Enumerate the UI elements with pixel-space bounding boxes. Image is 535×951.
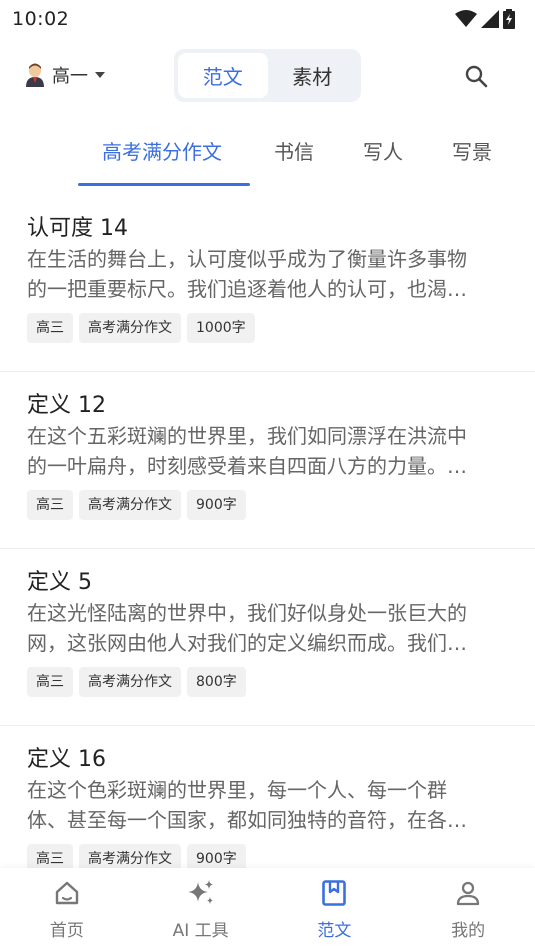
sparkle-icon	[186, 878, 216, 908]
article-tags: 高三 高考满分作文 800字	[27, 667, 246, 697]
tag-category: 高考满分作文	[79, 844, 181, 868]
tab-people[interactable]: 写人	[363, 136, 403, 165]
student-avatar-icon	[26, 63, 44, 87]
excerpt-line: 网，这张网由他人对我们的定义编织而成。我们…	[27, 631, 467, 655]
excerpt-line: 在这光怪陆离的世界中，我们好似身处一张巨大的	[27, 601, 467, 625]
article-excerpt: 在生活的舞台上，认可度似乎成为了衡量许多事物 的一把重要标尺。我们追逐着他人的认…	[27, 244, 499, 304]
tag-grade: 高三	[27, 490, 73, 520]
article-title: 定义 16	[27, 747, 106, 772]
category-tabs: 高考满分作文 书信 写人 写景	[0, 128, 535, 188]
top-bar: 高一 范文 素材	[0, 44, 535, 108]
article-excerpt: 在这光怪陆离的世界中，我们好似身处一张巨大的 网，这张网由他人对我们的定义编织而…	[27, 598, 499, 658]
tag-category: 高考满分作文	[79, 490, 181, 520]
article-card[interactable]: 定义 16 在这个色彩斑斓的世界里，每一个人、每一个群 体、甚至每一个国家，都如…	[0, 727, 535, 868]
article-excerpt: 在这个五彩斑斓的世界里，我们如同漂浮在洪流中 的一叶扁舟，时刻感受着来自四面八方…	[27, 421, 499, 481]
article-tags: 高三 高考满分作文 1000字	[27, 313, 255, 343]
search-icon	[465, 65, 488, 88]
home-icon	[52, 878, 82, 908]
article-title: 定义 12	[27, 393, 106, 418]
status-bar: 10:02	[0, 0, 535, 38]
tag-category: 高考满分作文	[79, 667, 181, 697]
status-icons	[455, 9, 523, 29]
article-title: 认可度 14	[27, 216, 128, 241]
nav-label: 范文	[317, 921, 352, 941]
tag-word-count: 800字	[187, 667, 246, 697]
nav-home[interactable]: 首页	[0, 868, 134, 951]
excerpt-line: 的一把重要标尺。我们追逐着他人的认可，也渴…	[27, 277, 467, 301]
nav-essays[interactable]: 范文	[268, 868, 402, 951]
article-card[interactable]: 认可度 14 在生活的舞台上，认可度似乎成为了衡量许多事物 的一把重要标尺。我们…	[0, 196, 535, 372]
status-time: 10:02	[12, 8, 70, 30]
article-tags: 高三 高考满分作文 900字	[27, 844, 246, 868]
article-tags: 高三 高考满分作文 900字	[27, 490, 246, 520]
tag-grade: 高三	[27, 844, 73, 868]
tag-word-count: 1000字	[187, 313, 255, 343]
article-card[interactable]: 定义 12 在这个五彩斑斓的世界里，我们如同漂浮在洪流中 的一叶扁舟，时刻感受着…	[0, 373, 535, 549]
excerpt-line: 在这个色彩斑斓的世界里，每一个人、每一个群	[27, 778, 447, 802]
nav-ai-tools[interactable]: AI 工具	[134, 868, 268, 951]
grade-label: 高一	[52, 66, 88, 87]
tag-word-count: 900字	[187, 844, 246, 868]
profile-icon	[453, 878, 483, 908]
nav-label: 首页	[49, 921, 84, 941]
segment-materials[interactable]: 素材	[268, 53, 358, 98]
caret-down-icon	[95, 72, 105, 78]
nav-profile[interactable]: 我的	[401, 868, 535, 951]
active-tab-indicator	[78, 183, 250, 186]
tab-scenery[interactable]: 写景	[452, 136, 492, 165]
tab-gaokao-full-score[interactable]: 高考满分作文	[102, 136, 222, 165]
wifi-icon	[455, 10, 477, 27]
tag-word-count: 900字	[187, 490, 246, 520]
excerpt-line: 在生活的舞台上，认可度似乎成为了衡量许多事物	[27, 247, 467, 271]
content-type-switch: 范文 素材	[174, 49, 361, 102]
nav-label: AI 工具	[172, 921, 229, 941]
grade-selector[interactable]: 高一	[24, 62, 106, 88]
tab-letters[interactable]: 书信	[274, 136, 314, 165]
excerpt-line: 在这个五彩斑斓的世界里，我们如同漂浮在洪流中	[27, 424, 467, 448]
excerpt-line: 的一叶扁舟，时刻感受着来自四面八方的力量。…	[27, 454, 467, 478]
article-list[interactable]: 认可度 14 在生活的舞台上，认可度似乎成为了衡量许多事物 的一把重要标尺。我们…	[0, 196, 535, 868]
article-title: 定义 5	[27, 570, 92, 595]
battery-icon	[503, 9, 515, 29]
nav-label: 我的	[451, 921, 486, 941]
bookmark-book-icon	[319, 878, 349, 908]
tag-grade: 高三	[27, 313, 73, 343]
signal-icon	[481, 10, 499, 28]
tag-grade: 高三	[27, 667, 73, 697]
search-button[interactable]	[464, 64, 488, 92]
segment-essays[interactable]: 范文	[178, 53, 268, 98]
article-excerpt: 在这个色彩斑斓的世界里，每一个人、每一个群 体、甚至每一个国家，都如同独特的音符…	[27, 775, 499, 835]
article-card[interactable]: 定义 5 在这光怪陆离的世界中，我们好似身处一张巨大的 网，这张网由他人对我们的…	[0, 550, 535, 726]
bottom-nav: 首页 AI 工具 范文 我的	[0, 868, 535, 951]
tag-category: 高考满分作文	[79, 313, 181, 343]
excerpt-line: 体、甚至每一个国家，都如同独特的音符，在各…	[27, 808, 467, 832]
